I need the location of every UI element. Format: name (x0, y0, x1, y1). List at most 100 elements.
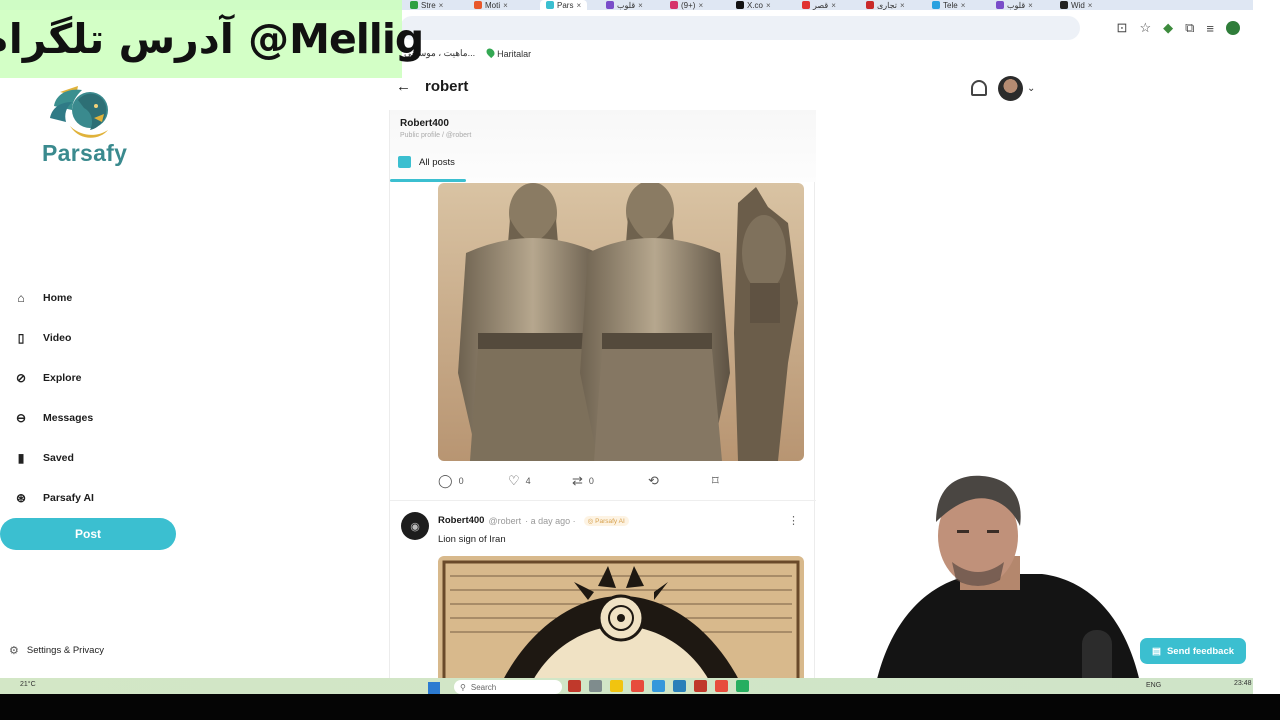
tab-label: (9+) (681, 0, 696, 10)
close-tab-icon[interactable]: × (1088, 1, 1093, 10)
more-options-icon[interactable]: ⋮ (788, 514, 799, 527)
tab-favicon-icon (866, 1, 874, 9)
browser-tab[interactable]: Stre × (410, 0, 443, 10)
app-icon[interactable] (568, 680, 581, 692)
browser-tab[interactable]: X.co × (736, 0, 771, 10)
close-tab-icon[interactable]: × (576, 1, 581, 10)
parsafy-logo[interactable]: Parsafy (38, 84, 134, 170)
browser-tab[interactable]: قصر × (802, 0, 836, 10)
browser-tab[interactable]: Tele × (932, 0, 965, 10)
feedback-label: Send feedback (1166, 645, 1235, 657)
ai-badge: ◎ Parsafy AI (583, 515, 629, 526)
sidebar-item-saved[interactable]: ▮ Saved (12, 438, 182, 478)
windows-start-icon[interactable] (428, 682, 440, 694)
repost-count: 0 (588, 476, 594, 486)
share-button[interactable]: ⟲ (648, 473, 712, 489)
puzzle-icon[interactable]: ⧉ (1185, 20, 1194, 36)
app-icon[interactable] (652, 680, 665, 692)
home-icon: ⌂ (17, 291, 25, 305)
browser-tab[interactable]: Wid × (1060, 0, 1092, 10)
browser-tab[interactable]: قلوب × (606, 0, 643, 10)
close-tab-icon[interactable]: × (503, 1, 508, 10)
post-time: · a day ago · (525, 515, 576, 526)
repost-icon: ⇄ (572, 473, 583, 488)
app-icon[interactable] (673, 680, 686, 692)
sidebar-item-label: Video (43, 332, 72, 344)
settings-privacy-link[interactable]: ⚙ Settings & Privacy (9, 644, 104, 657)
message-icon: ⊖ (15, 411, 27, 425)
address-bar[interactable] (400, 16, 1080, 40)
bell-icon[interactable] (971, 80, 987, 96)
avatar[interactable]: ◉ (401, 512, 429, 540)
like-button[interactable]: ♡ 4 (508, 473, 572, 489)
close-tab-icon[interactable]: × (638, 1, 643, 10)
chevron-down-icon: ⌄ (1027, 83, 1036, 94)
sidebar-item-label: Messages (43, 412, 94, 424)
back-arrow-icon[interactable]: ← (396, 78, 411, 95)
send-feedback-button[interactable]: ▤ Send feedback (1140, 638, 1246, 664)
taskbar-search[interactable]: ⚲ Search (454, 680, 562, 694)
sidebar-item-parsafy-ai[interactable]: ⊛ Parsafy AI (12, 478, 182, 518)
tab-label: قلوب (617, 0, 636, 10)
app-icon[interactable] (715, 680, 728, 692)
tab-label: تجاری (877, 0, 897, 10)
sidebar-item-video[interactable]: ▯ Video (12, 318, 182, 358)
post-image-lion-sign[interactable] (438, 556, 804, 690)
bookmark-item[interactable]: Haritalar (484, 46, 531, 59)
divider (390, 500, 816, 501)
sidebar-item-messages[interactable]: ⊖ Messages (12, 398, 182, 438)
close-tab-icon[interactable]: × (766, 1, 771, 10)
tab-label: Tele (943, 0, 958, 10)
tab-label: X.co (747, 0, 764, 10)
close-tab-icon[interactable]: × (439, 1, 444, 10)
browser-tab[interactable]: تجاری × (866, 0, 905, 10)
post-button[interactable]: Post (0, 518, 176, 550)
browser-tab[interactable]: Pars × (540, 0, 588, 10)
folder-icon[interactable] (610, 680, 623, 692)
ai-icon: ⊛ (15, 491, 27, 505)
post-author[interactable]: Robert400 (438, 515, 484, 526)
comment-button[interactable]: ◯ 0 (438, 473, 508, 489)
like-count: 4 (525, 476, 531, 486)
tab-favicon-icon (1060, 1, 1068, 9)
profile-avatar-icon[interactable] (1226, 21, 1240, 35)
bookmark-icon: ▮ (17, 451, 25, 465)
close-tab-icon[interactable]: × (698, 1, 703, 10)
install-icon[interactable]: ⊡ (1117, 20, 1128, 36)
lion-sign-image (438, 556, 804, 690)
video-icon: ▯ (17, 331, 25, 345)
taskbar-apps (568, 680, 749, 692)
close-tab-icon[interactable]: × (1028, 1, 1033, 10)
page-scroll-edge (1253, 0, 1280, 720)
sidebar-item-home[interactable]: ⌂ Home (12, 278, 182, 318)
browser-tab[interactable]: Moti × (474, 0, 508, 10)
tab-favicon-icon (932, 1, 940, 9)
repost-button[interactable]: ⇄ 0 (572, 473, 648, 489)
language-indicator[interactable]: ENG (1146, 682, 1161, 689)
chrome-icon[interactable] (631, 680, 644, 692)
post-image-warriors[interactable] (438, 183, 804, 461)
clock[interactable]: 23:48 (1234, 680, 1252, 687)
tab-all-posts[interactable]: All posts (398, 156, 455, 168)
browser-tab[interactable]: (9+) × (670, 0, 703, 10)
profile-card: Robert400 Public profile / @robert All p… (390, 110, 816, 182)
os-taskbar: 21°C ⚲ Search ENG 23:48 (0, 678, 1253, 694)
comment-count: 0 (458, 476, 464, 486)
save-post-button[interactable]: ⌑ (712, 473, 719, 489)
app-icon[interactable] (694, 680, 707, 692)
post-text: Lion sign of Iran (438, 534, 506, 545)
browser-tab[interactable]: قلوب × (996, 0, 1033, 10)
extension-shield-icon[interactable]: ◆ (1163, 20, 1173, 36)
app-icon[interactable] (736, 680, 749, 692)
tab-favicon-icon (670, 1, 678, 9)
close-tab-icon[interactable]: × (831, 1, 836, 10)
map-pin-icon (484, 46, 497, 58)
media-icon[interactable]: ≡ (1206, 21, 1214, 36)
app-icon[interactable] (589, 680, 602, 692)
user-menu[interactable]: ⌄ (998, 76, 1035, 101)
close-tab-icon[interactable]: × (961, 1, 966, 10)
star-icon[interactable]: ☆ (1139, 20, 1151, 36)
close-tab-icon[interactable]: × (900, 1, 905, 10)
sidebar-item-explore[interactable]: ⊘ Explore (12, 358, 182, 398)
heart-icon: ♡ (508, 473, 520, 488)
